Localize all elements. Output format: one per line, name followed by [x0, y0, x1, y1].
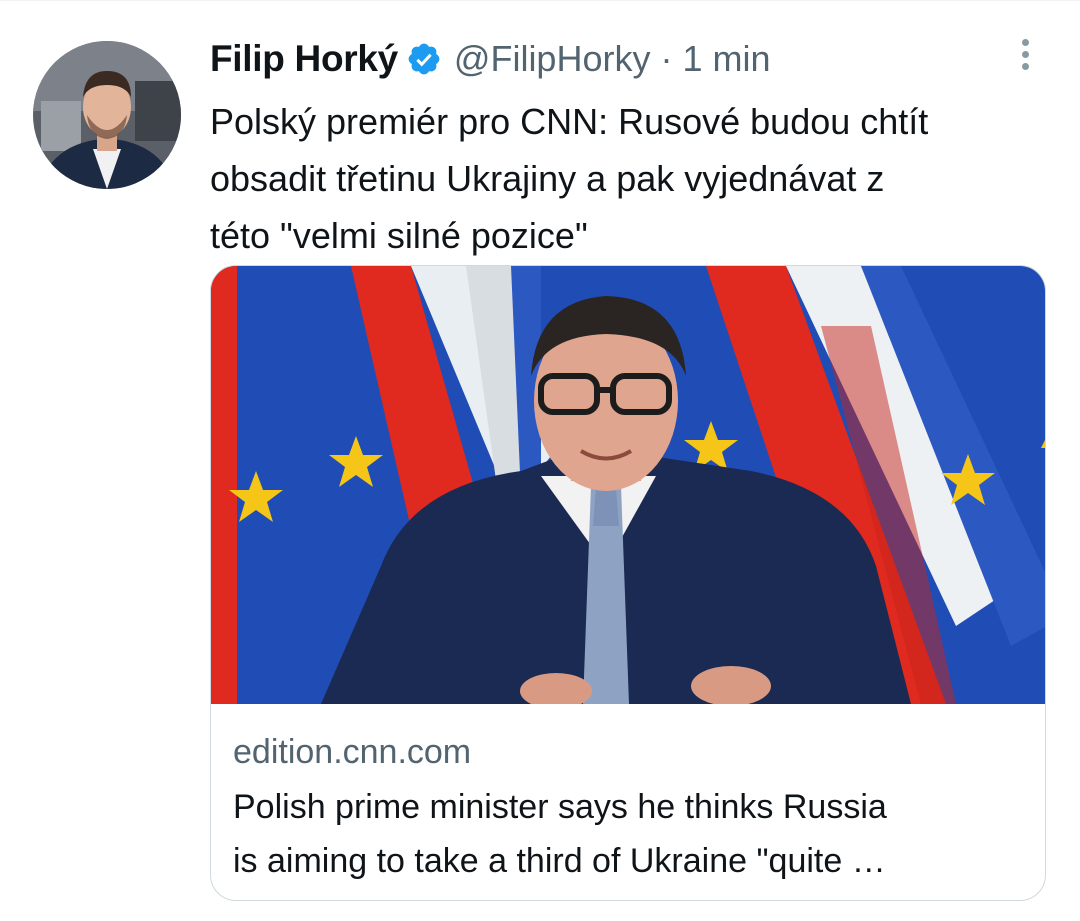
author-name[interactable]: Filip Horký: [210, 38, 398, 80]
tweet-text-line: Polský premiér pro CNN: Rusové budou cht…: [210, 101, 929, 142]
card-domain: edition.cnn.com: [233, 733, 472, 771]
card-title: Polish prime minister says he thinks Rus…: [233, 780, 1033, 888]
tweet-text: Polský premiér pro CNN: Rusové budou cht…: [210, 93, 1040, 264]
tweet-content: Filip Horký @FilipHorky · 1 min Polský p…: [210, 31, 1050, 264]
tweet[interactable]: Filip Horký @FilipHorky · 1 min Polský p…: [0, 0, 1080, 921]
more-options-icon[interactable]: [1014, 39, 1036, 77]
verified-badge-icon: [406, 41, 442, 77]
tweet-text-line: této "velmi silné pozice": [210, 215, 588, 256]
card-image[interactable]: [211, 266, 1045, 704]
avatar[interactable]: [33, 41, 181, 189]
author-handle[interactable]: @FilipHorky: [454, 38, 651, 80]
separator-dot: ·: [660, 38, 673, 79]
card-title-line: Polish prime minister says he thinks Rus…: [233, 788, 887, 826]
card-meta: edition.cnn.com Polish prime minister sa…: [233, 728, 1033, 888]
card-title-line: is aiming to take a third of Ukraine "qu…: [233, 842, 886, 880]
tweet-text-line: obsadit třetinu Ukrajiny a pak vyjednáva…: [210, 158, 885, 199]
timestamp[interactable]: 1 min: [682, 38, 770, 80]
tweet-header: Filip Horký @FilipHorky · 1 min: [210, 31, 1050, 87]
link-preview-card[interactable]: edition.cnn.com Polish prime minister sa…: [210, 265, 1046, 901]
